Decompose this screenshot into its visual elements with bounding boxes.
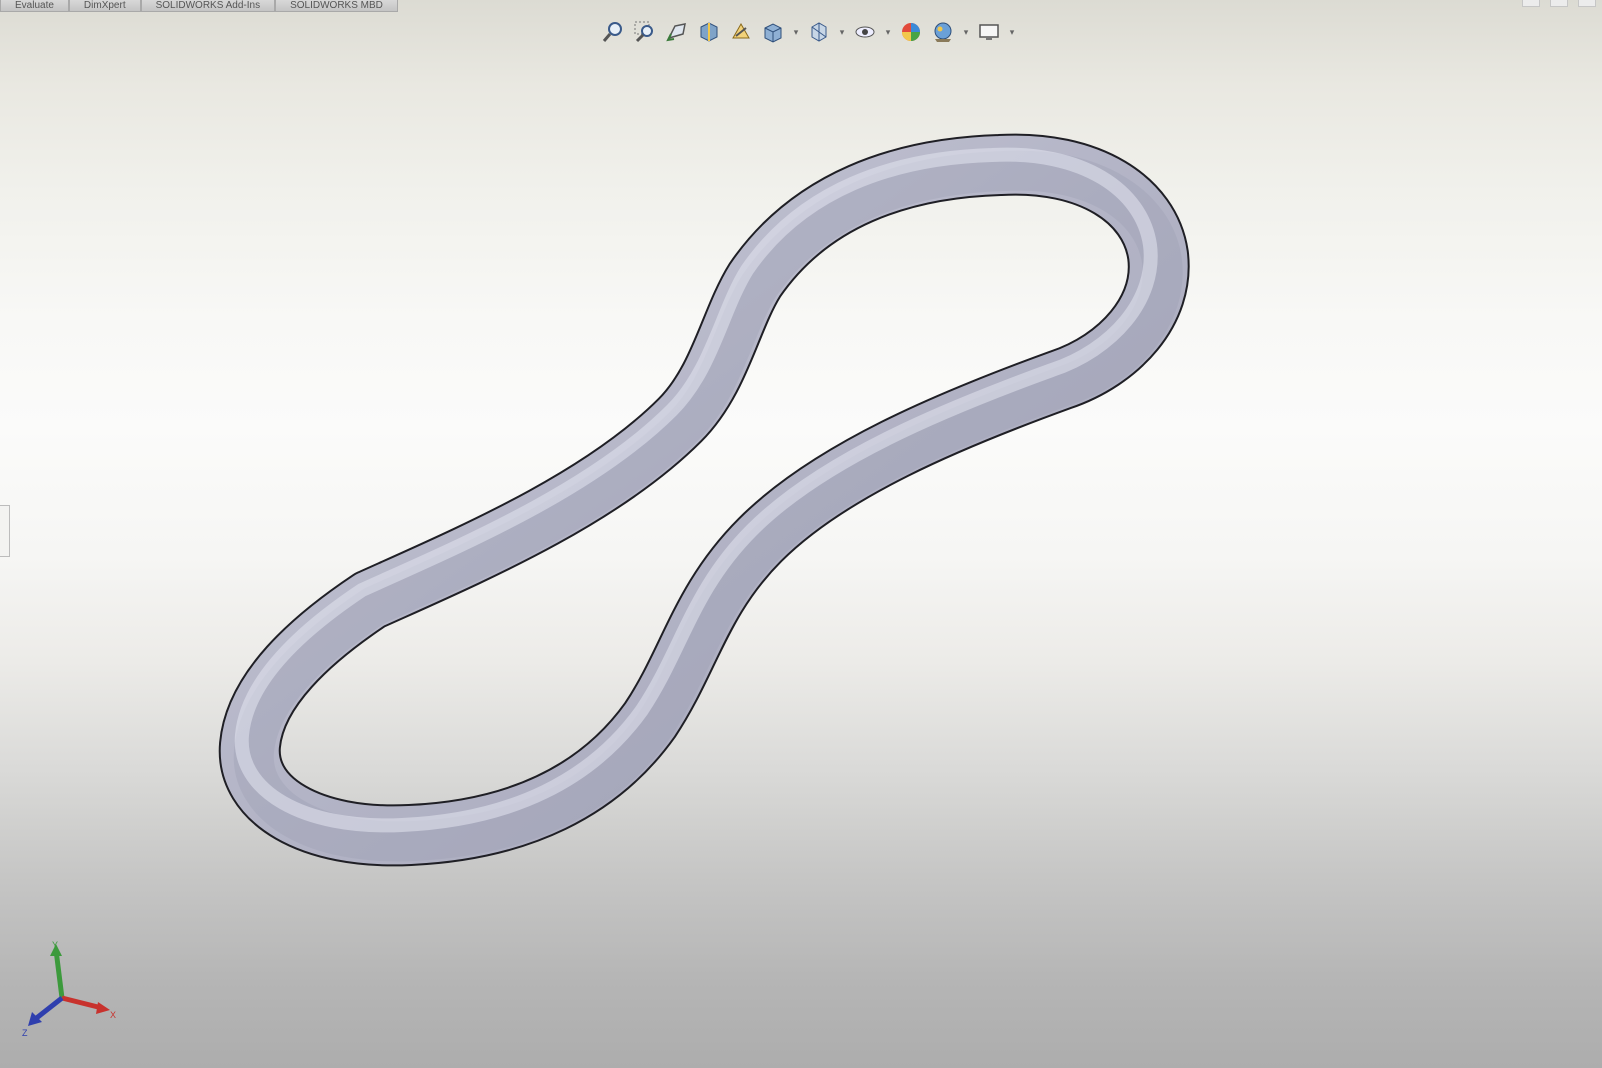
- close-button[interactable]: [1578, 0, 1596, 7]
- tab-solidworks-mbd[interactable]: SOLIDWORKS MBD: [275, 0, 398, 12]
- feature-manager-collapse-handle[interactable]: [0, 505, 10, 557]
- z-axis-label: Z: [22, 1028, 28, 1038]
- view-orientation-icon[interactable]: [760, 19, 786, 45]
- minimize-button[interactable]: [1522, 0, 1540, 7]
- view-settings-icon[interactable]: [976, 19, 1002, 45]
- x-axis-arrow: [61, 995, 110, 1014]
- zoom-to-area-icon[interactable]: [632, 19, 658, 45]
- previous-view-icon[interactable]: [664, 19, 690, 45]
- tab-solidworks-add-ins[interactable]: SOLIDWORKS Add-Ins: [140, 0, 276, 12]
- edit-appearance-icon[interactable]: [898, 19, 924, 45]
- x-axis-label: X: [110, 1010, 116, 1020]
- apply-scene-dropdown-icon[interactable]: ▾: [962, 19, 970, 45]
- heads-up-view-toolbar: ▾ ▾ ▾ ▾ ▾: [600, 18, 1016, 46]
- z-axis-arrow: [28, 996, 64, 1026]
- tab-evaluate[interactable]: Evaluate: [0, 0, 69, 12]
- window-controls: [1522, 0, 1596, 7]
- view-orientation-dropdown-icon[interactable]: ▾: [792, 19, 800, 45]
- y-axis-arrow: [50, 944, 65, 999]
- view-settings-dropdown-icon[interactable]: ▾: [1008, 19, 1016, 45]
- hide-show-items-icon[interactable]: [852, 19, 878, 45]
- tab-dimxpert[interactable]: DimXpert: [68, 0, 141, 12]
- y-axis-label: Y: [52, 940, 58, 950]
- restore-button[interactable]: [1550, 0, 1568, 7]
- display-style-dropdown-icon[interactable]: ▾: [838, 19, 846, 45]
- apply-scene-icon[interactable]: [930, 19, 956, 45]
- command-manager-tabs: Evaluate DimXpert SOLIDWORKS Add-Ins SOL…: [0, 0, 398, 12]
- section-view-icon[interactable]: [696, 19, 722, 45]
- hide-show-items-dropdown-icon[interactable]: ▾: [884, 19, 892, 45]
- dynamic-annotation-views-icon[interactable]: [728, 19, 754, 45]
- display-style-icon[interactable]: [806, 19, 832, 45]
- zoom-to-fit-icon[interactable]: [600, 19, 626, 45]
- reference-triad: Y X Z: [22, 940, 116, 1038]
- graphics-area[interactable]: [0, 0, 1602, 1068]
- swept-loop-part[interactable]: [242, 155, 1163, 842]
